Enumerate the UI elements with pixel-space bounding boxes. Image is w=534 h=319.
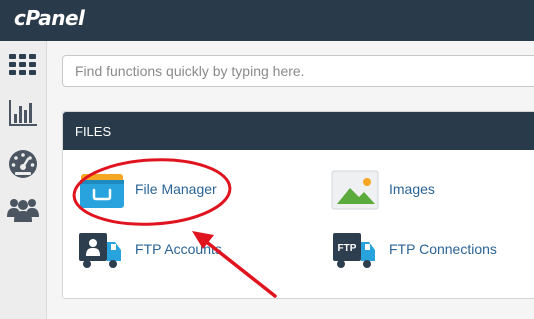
dashboard-icon[interactable] [7, 147, 39, 179]
cpanel-logo[interactable]: cPanel [14, 6, 85, 30]
ftp-accounts-label: FTP Accounts [135, 241, 222, 257]
images-label: Images [389, 181, 435, 197]
file-manager-icon [77, 170, 127, 210]
search-input[interactable] [62, 55, 534, 87]
users-icon[interactable] [7, 193, 39, 225]
ftp-connections-icon: FTP [331, 230, 381, 270]
files-section-title: FILES [63, 112, 534, 150]
images-icon [331, 170, 381, 210]
svg-text:FTP: FTP [338, 243, 357, 254]
ftp-accounts-icon [77, 230, 127, 270]
ftp-connections-label: FTP Connections [389, 241, 497, 257]
statistics-icon[interactable] [7, 97, 39, 129]
top-bar: cPanel [0, 0, 534, 41]
sidebar [0, 41, 47, 319]
files-panel: FILES File Manager Images FTP Accounts F… [62, 111, 534, 299]
home-grid-icon[interactable] [7, 49, 39, 81]
main-content: FILES File Manager Images [47, 41, 534, 319]
file-manager-label: File Manager [135, 181, 217, 197]
